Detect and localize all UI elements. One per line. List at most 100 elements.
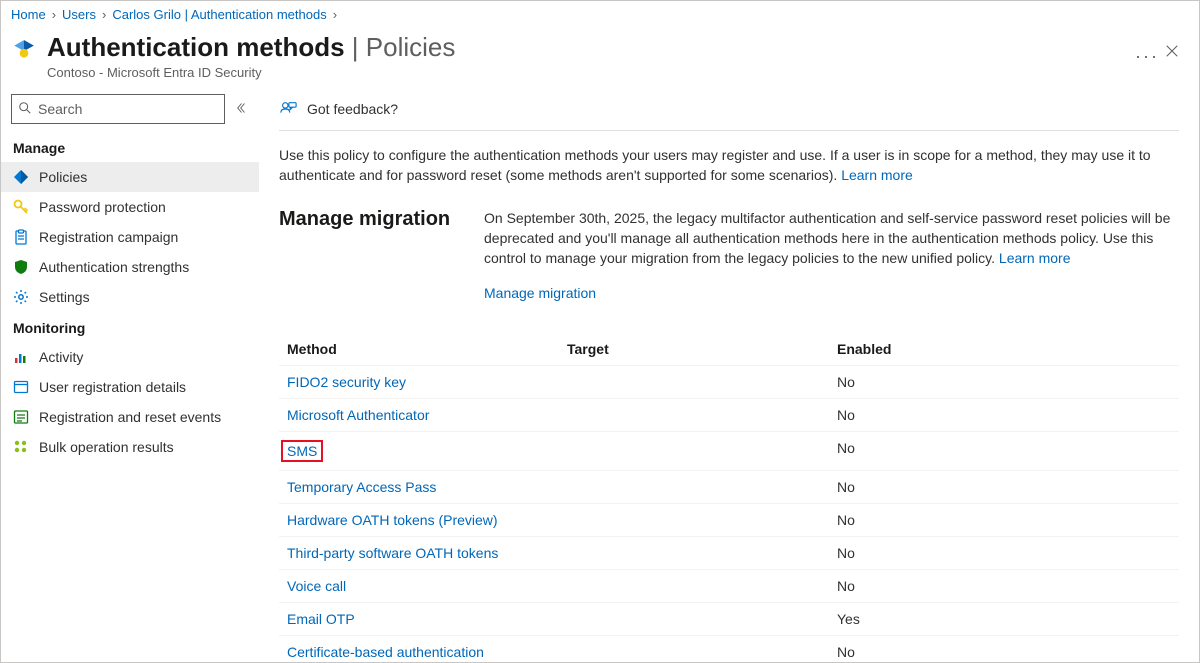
chevron-right-icon: › bbox=[333, 7, 337, 22]
method-link[interactable]: SMS bbox=[287, 443, 317, 459]
cell-method: Microsoft Authenticator bbox=[287, 407, 567, 423]
method-link[interactable]: Email OTP bbox=[287, 611, 355, 627]
method-link[interactable]: Voice call bbox=[287, 578, 346, 594]
sidebar-item-settings[interactable]: Settings bbox=[1, 282, 259, 312]
sidebar-item-label: Bulk operation results bbox=[39, 439, 174, 455]
feedback-label: Got feedback? bbox=[307, 101, 398, 117]
page-subtitle: Contoso - Microsoft Entra ID Security bbox=[47, 65, 1121, 80]
main-content: Got feedback? Use this policy to configu… bbox=[259, 88, 1199, 662]
method-link[interactable]: Third-party software OATH tokens bbox=[287, 545, 498, 561]
method-link[interactable]: Hardware OATH tokens (Preview) bbox=[287, 512, 498, 528]
sidebar-item-bulk-operation-results[interactable]: Bulk operation results bbox=[1, 432, 259, 462]
sidebar-item-label: Policies bbox=[39, 169, 87, 185]
sidebar-item-activity[interactable]: Activity bbox=[1, 342, 259, 372]
search-box[interactable] bbox=[11, 94, 225, 124]
highlight-box: SMS bbox=[281, 440, 323, 462]
sidebar-item-label: User registration details bbox=[39, 379, 186, 395]
methods-table: Method Target Enabled FIDO2 security key… bbox=[279, 333, 1179, 662]
collapse-sidebar-button[interactable] bbox=[237, 102, 249, 117]
cell-method: Email OTP bbox=[287, 611, 567, 627]
cell-target bbox=[567, 611, 837, 627]
intro-text: Use this policy to configure the authent… bbox=[279, 131, 1179, 196]
chevron-right-icon: › bbox=[102, 7, 106, 22]
sidebar-item-label: Registration and reset events bbox=[39, 409, 221, 425]
cell-enabled: No bbox=[837, 578, 1171, 594]
manage-migration-link[interactable]: Manage migration bbox=[484, 283, 596, 303]
sidebar: Manage Policies Password protection Registr… bbox=[1, 88, 259, 662]
cell-target bbox=[567, 644, 837, 660]
method-link[interactable]: Temporary Access Pass bbox=[287, 479, 436, 495]
method-link[interactable]: Certificate-based authentication bbox=[287, 644, 484, 660]
method-link[interactable]: FIDO2 security key bbox=[287, 374, 406, 390]
table-header-enabled: Enabled bbox=[837, 341, 1171, 357]
cell-method: Third-party software OATH tokens bbox=[287, 545, 567, 561]
search-input[interactable] bbox=[38, 101, 218, 117]
breadcrumb-item[interactable]: Users bbox=[62, 7, 96, 22]
cell-enabled: No bbox=[837, 479, 1171, 495]
breadcrumb-item[interactable]: Home bbox=[11, 7, 46, 22]
table-header-method: Method bbox=[287, 341, 567, 357]
sidebar-item-label: Settings bbox=[39, 289, 90, 305]
intro-learn-more-link[interactable]: Learn more bbox=[841, 167, 913, 183]
table-row[interactable]: Microsoft Authenticator No bbox=[279, 398, 1179, 431]
method-link[interactable]: Microsoft Authenticator bbox=[287, 407, 429, 423]
sidebar-item-registration-and-reset-events[interactable]: Registration and reset events bbox=[1, 402, 259, 432]
feedback-button[interactable]: Got feedback? bbox=[279, 94, 1179, 131]
sidebar-item-policies[interactable]: Policies bbox=[1, 162, 259, 192]
nav-group-label: Manage bbox=[1, 132, 259, 162]
more-actions-button[interactable]: ··· bbox=[1135, 46, 1159, 67]
product-icon bbox=[11, 38, 37, 64]
table-row[interactable]: Certificate-based authenticationNo bbox=[279, 635, 1179, 662]
list-icon bbox=[13, 409, 29, 425]
table-header-target: Target bbox=[567, 341, 837, 357]
cell-target bbox=[567, 479, 837, 495]
table-row[interactable]: Hardware OATH tokens (Preview) No bbox=[279, 503, 1179, 536]
migration-learn-more-link[interactable]: Learn more bbox=[999, 250, 1071, 266]
table-row[interactable]: Temporary Access Pass No bbox=[279, 470, 1179, 503]
cell-enabled: No bbox=[837, 545, 1171, 561]
cell-enabled: No bbox=[837, 407, 1171, 423]
migration-heading: Manage migration bbox=[279, 208, 454, 303]
table-row[interactable]: Third-party software OATH tokens No bbox=[279, 536, 1179, 569]
diamond-icon bbox=[13, 169, 29, 185]
cell-target bbox=[567, 545, 837, 561]
search-icon bbox=[18, 101, 32, 118]
sidebar-item-label: Password protection bbox=[39, 199, 166, 215]
cell-target bbox=[567, 578, 837, 594]
cell-method: Voice call bbox=[287, 578, 567, 594]
cell-target bbox=[567, 374, 837, 390]
table-row[interactable]: FIDO2 security key No bbox=[279, 365, 1179, 398]
browser-icon bbox=[13, 379, 29, 395]
bars-icon bbox=[13, 349, 29, 365]
sidebar-item-authentication-strengths[interactable]: Authentication strengths bbox=[1, 252, 259, 282]
chevron-right-icon: › bbox=[52, 7, 56, 22]
table-row[interactable]: Email OTP Yes bbox=[279, 602, 1179, 635]
key-icon bbox=[13, 199, 29, 215]
breadcrumb-item[interactable]: Carlos Grilo | Authentication methods bbox=[112, 7, 326, 22]
bulk-icon bbox=[13, 439, 29, 455]
cell-method: Certificate-based authentication bbox=[287, 644, 567, 660]
sidebar-item-label: Authentication strengths bbox=[39, 259, 189, 275]
cell-enabled: No bbox=[837, 512, 1171, 528]
page-title: Authentication methods | Policies bbox=[47, 32, 1121, 63]
cell-enabled: Yes bbox=[837, 611, 1171, 627]
sidebar-item-user-registration-details[interactable]: User registration details bbox=[1, 372, 259, 402]
gear-icon bbox=[13, 289, 29, 305]
cell-method: FIDO2 security key bbox=[287, 374, 567, 390]
cell-enabled: No bbox=[837, 440, 1171, 462]
sidebar-item-password-protection[interactable]: Password protection bbox=[1, 192, 259, 222]
sidebar-item-label: Activity bbox=[39, 349, 83, 365]
close-button[interactable] bbox=[1159, 38, 1185, 67]
cell-method: Hardware OATH tokens (Preview) bbox=[287, 512, 567, 528]
app-frame: Home › Users › Carlos Grilo | Authentica… bbox=[0, 0, 1200, 663]
migration-section: Manage migration On September 30th, 2025… bbox=[279, 196, 1179, 309]
cell-target bbox=[567, 407, 837, 423]
table-row[interactable]: Voice call No bbox=[279, 569, 1179, 602]
table-row[interactable]: SMS No bbox=[279, 431, 1179, 470]
sidebar-item-registration-campaign[interactable]: Registration campaign bbox=[1, 222, 259, 252]
clipboard-icon bbox=[13, 229, 29, 245]
shield-icon bbox=[13, 259, 29, 275]
nav-group-label: Monitoring bbox=[1, 312, 259, 342]
cell-enabled: No bbox=[837, 374, 1171, 390]
cell-method: SMS bbox=[287, 440, 567, 462]
